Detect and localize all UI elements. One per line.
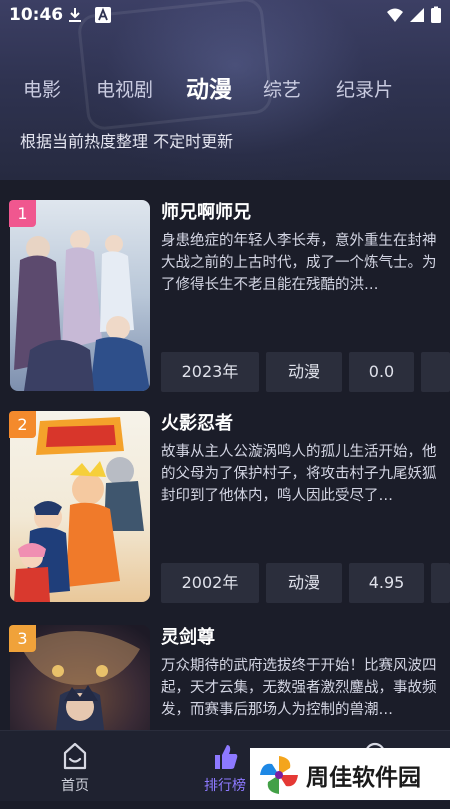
- poster-image: [10, 200, 150, 391]
- battery-icon: [431, 6, 441, 23]
- pinwheel-logo-icon: [260, 756, 298, 794]
- watermark-logo: 周佳软件园: [250, 748, 450, 800]
- score-chip: 0.0: [349, 352, 414, 392]
- poster-image: [10, 411, 150, 602]
- tab-tv-series[interactable]: 电视剧: [96, 72, 153, 108]
- rank-badge: 3: [9, 625, 36, 652]
- tab-movie[interactable]: 电影: [23, 72, 61, 108]
- genre-chip: 动漫: [266, 352, 342, 392]
- item-title[interactable]: 灵剑尊: [161, 623, 215, 649]
- tab-anime[interactable]: 动漫: [186, 72, 232, 108]
- item-title[interactable]: 火影忍者: [161, 409, 233, 435]
- status-bar: 10:46: [0, 0, 450, 32]
- list-item[interactable]: 1 师兄啊师兄 身患绝症的年轻人李长寿，意外重生在封神大战之前的上古时代，成了一…: [0, 184, 450, 392]
- year-chip: 2023年: [161, 352, 259, 392]
- item-description: 身患绝症的年轻人李长寿，意外重生在封神大战之前的上古时代，成了一个炼气士。为了修…: [161, 233, 437, 293]
- home-smile-icon: [63, 742, 87, 770]
- nav-home-label: 首页: [61, 778, 89, 794]
- extra-chip: [431, 563, 450, 603]
- nav-home[interactable]: 首页: [25, 731, 125, 801]
- category-tabs: 电影 电视剧 动漫 综艺 纪录片: [0, 72, 450, 108]
- wifi-icon: [387, 8, 403, 22]
- tab-documentary[interactable]: 纪录片: [336, 72, 393, 108]
- item-title[interactable]: 师兄啊师兄: [161, 198, 251, 224]
- signal-icon: [410, 8, 424, 22]
- score-chip: 4.95: [349, 563, 424, 603]
- rank-badge: 2: [9, 411, 36, 438]
- watermark-text: 周佳软件园: [306, 765, 421, 791]
- tab-variety[interactable]: 综艺: [263, 72, 301, 108]
- list-item[interactable]: 2 火影忍者 故事从主人公漩涡鸣人的孤儿生活开始，他的父母为了保护村子，将攻击村…: [0, 395, 450, 603]
- status-time: 10:46: [9, 5, 64, 25]
- item-description: 故事从主人公漩涡鸣人的孤儿生活开始，他的父母为了保护村子，将攻击村子九尾妖狐封印…: [161, 444, 437, 504]
- download-icon: [69, 8, 81, 22]
- year-chip: 2002年: [161, 563, 259, 603]
- rank-badge: 1: [9, 200, 36, 227]
- genre-chip: 动漫: [266, 563, 342, 603]
- item-description: 万众期待的武府选拔终于开始！比赛风波四起，天才云集，无数强者激烈鏖战，事故频发，…: [161, 658, 437, 718]
- text-a-icon: [95, 7, 111, 23]
- thumbs-up-icon: [215, 745, 238, 769]
- ranking-subtitle: 根据当前热度整理 不定时更新: [20, 132, 234, 151]
- header-banner: 10:46 电影 电视剧 动漫 综艺 纪录片 根据当前热度整理 不定时更新: [0, 0, 450, 180]
- extra-chip: [421, 352, 450, 392]
